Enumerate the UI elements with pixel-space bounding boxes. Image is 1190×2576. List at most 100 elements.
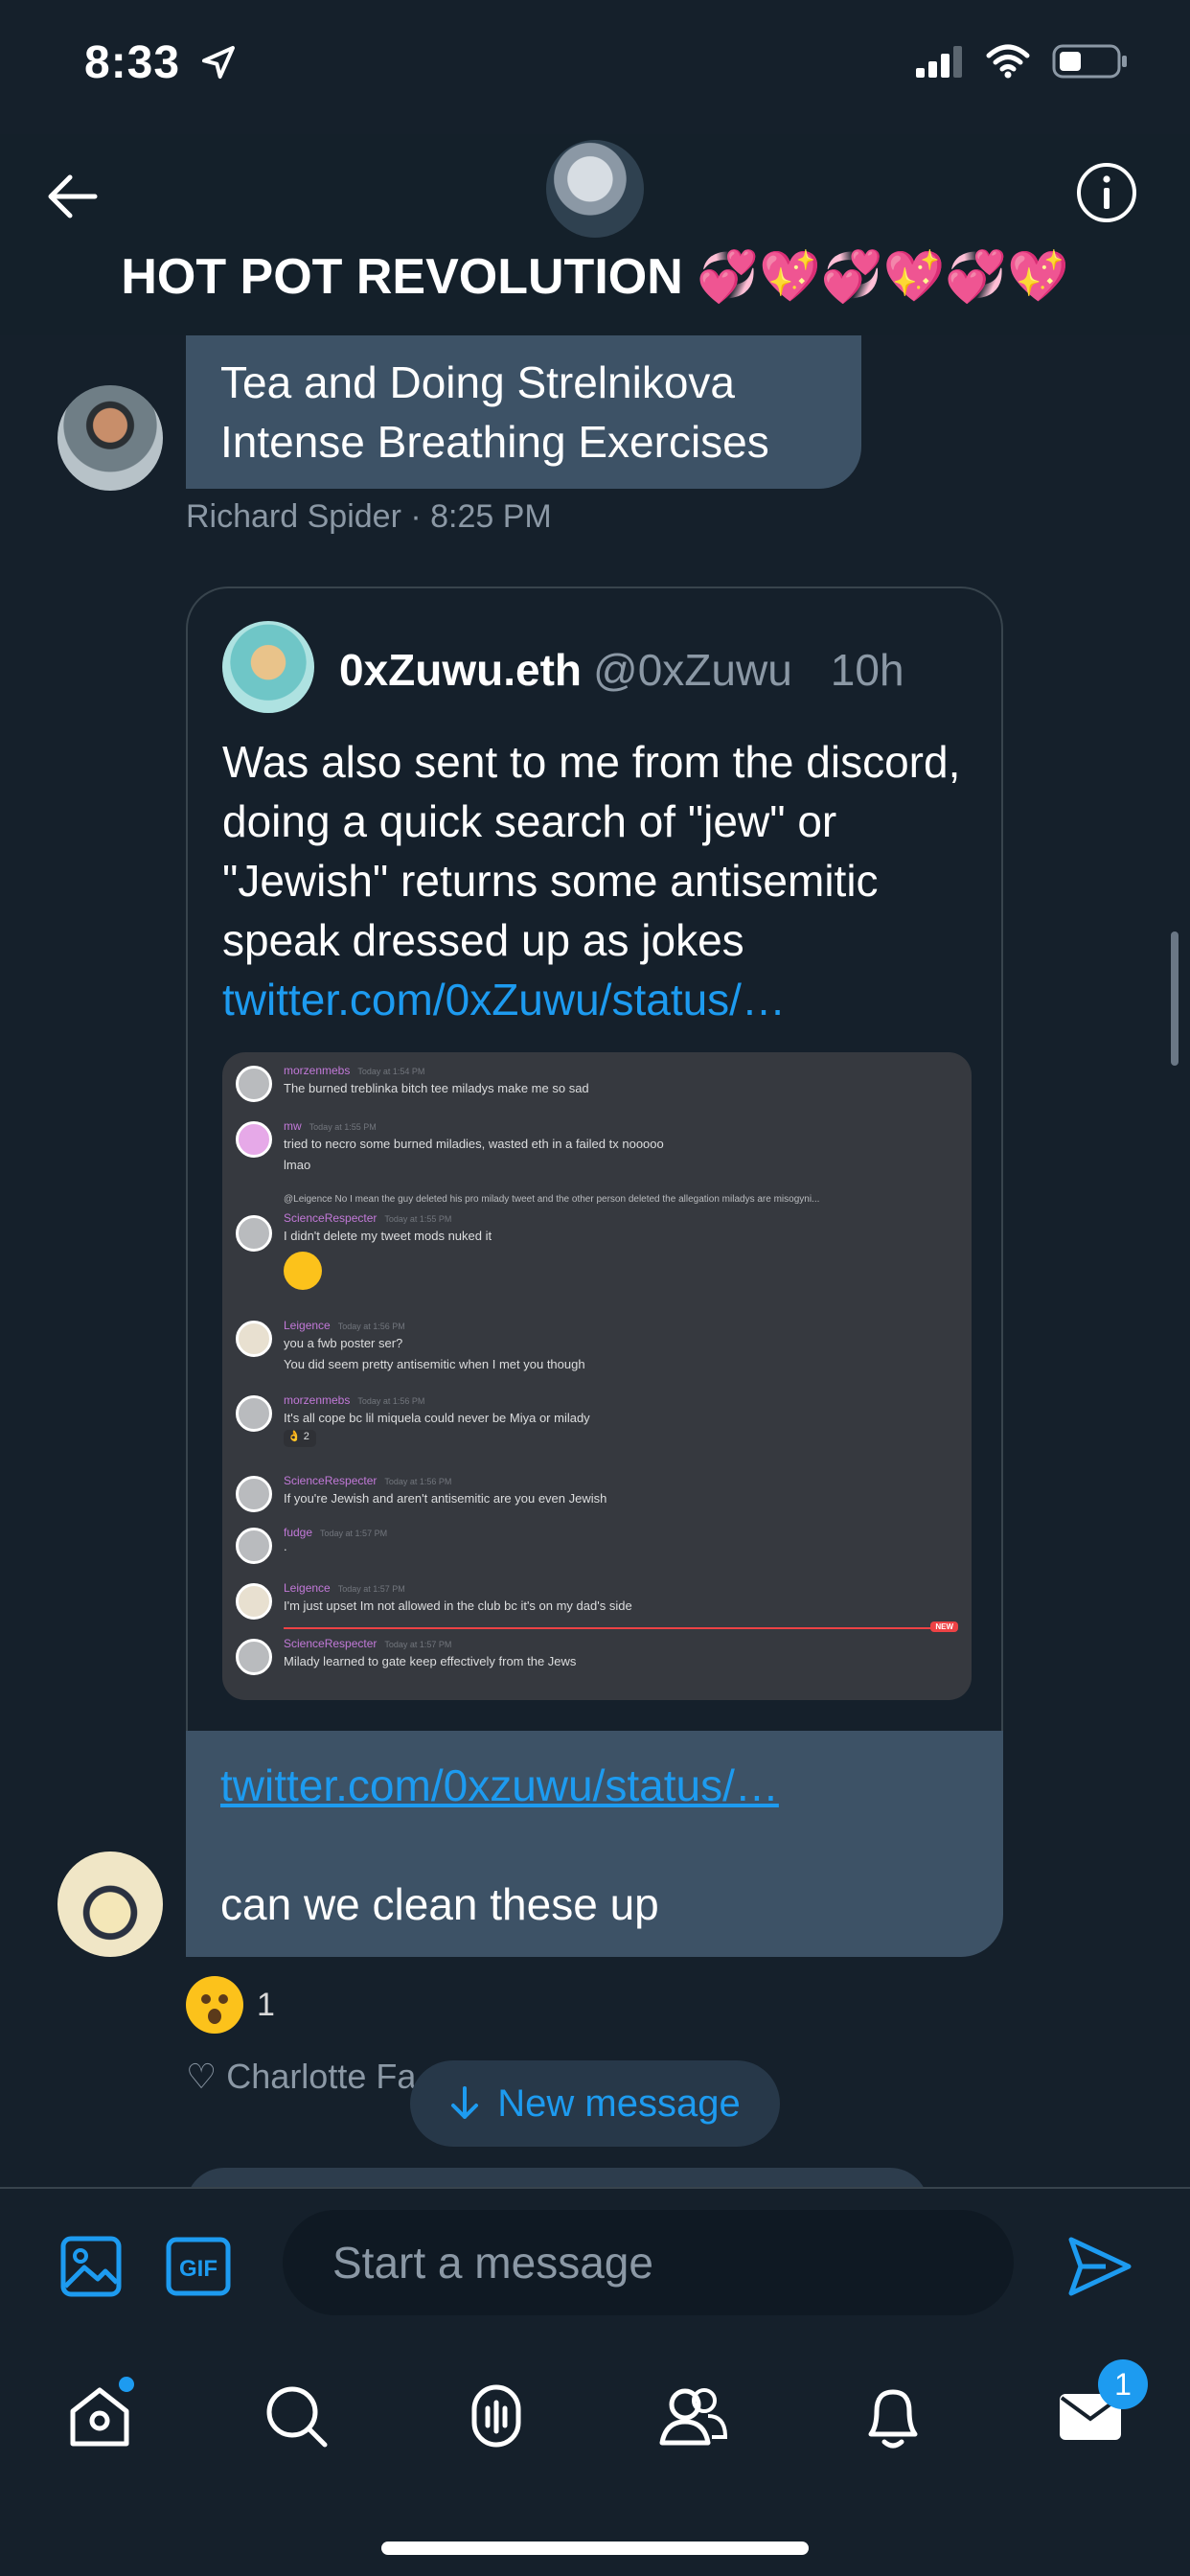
tweet-link[interactable]: twitter.com/0xZuwu/status/… [222,975,786,1024]
search-icon [266,2386,328,2448]
discord-author-text: ScienceRespecter [284,1474,378,1487]
info-button[interactable] [1071,157,1142,228]
arrow-down-icon [451,2086,479,2119]
tweet-image-discord-screenshot[interactable]: morzenmebs Today at 1:54 PM The burned tr… [222,1052,972,1700]
discord-author: ScienceRespecter Today at 1:56 PM [284,1474,451,1487]
discord-stamp: Today at 1:55 PM [309,1122,377,1132]
discord-stamp: Today at 1:57 PM [320,1529,388,1538]
discord-reaction-count: 2 [303,1431,309,1442]
tweet-author-handle: @0xZuwu [593,645,792,695]
send-button[interactable] [1062,2233,1138,2300]
svg-text:GIF: GIF [179,2256,217,2282]
group-title[interactable]: HOT POT REVOLUTION 💞💖💞💖💞💖 [0,247,1190,306]
discord-author: Leigence Today at 1:57 PM [284,1581,405,1595]
location-arrow-icon [202,46,236,79]
tab-notifications[interactable] [851,2375,935,2459]
communities-icon [659,2388,728,2446]
send-icon [1068,2237,1132,2296]
cellular-signal-icon [916,46,962,78]
discord-author-text: morzenmebs [284,1393,351,1407]
status-bar: 8:33 [0,0,1190,134]
discord-author-text: mw [284,1119,302,1133]
message-time: 8:25 PM [430,498,552,535]
frowning-emoji-icon [284,1252,322,1290]
discord-text: you a fwb poster ser? [284,1336,403,1350]
discord-stamp: Today at 1:55 PM [384,1214,452,1224]
discord-text: You did seem pretty antisemitic when I m… [284,1357,585,1371]
home-indicator[interactable] [381,2542,809,2555]
messages-badge: 1 [1098,2359,1148,2409]
discord-author-text: Leigence [284,1581,331,1595]
tweet-body: Was also sent to me from the discord, do… [222,737,961,965]
scrollbar-thumb[interactable] [1171,932,1179,1066]
group-avatar[interactable] [546,140,644,238]
tweet-header: 0xZuwu.eth @0xZuwu 10h [339,644,904,696]
astonished-emoji-icon [186,1976,243,2034]
status-indicators [914,42,1129,80]
discord-text: I didn't delete my tweet mods nuked it [284,1229,492,1243]
discord-avatar [236,1528,272,1564]
tab-messages[interactable]: 1 [1048,2359,1148,2459]
gif-icon: GIF [166,2237,231,2296]
home-notification-dot [119,2377,134,2392]
bell-icon [868,2389,918,2449]
sender-name: Richard Spider [186,498,401,535]
tweet-age: 10h [830,645,904,695]
sender-avatar-richard[interactable] [57,385,163,491]
discord-avatar [236,1066,272,1102]
meta-separator: · [410,498,431,535]
home-icon [70,2387,129,2447]
message-list[interactable]: Tea and Doing Strelnikova Intense Breath… [0,335,1190,2185]
message-bubble[interactable]: Tea and Doing Strelnikova Intense Breath… [186,335,861,489]
wifi-icon [986,44,1030,79]
back-button[interactable] [38,163,105,230]
discord-avatar [236,1583,272,1620]
message-bubble[interactable]: twitter.com/0xzuwu/status/… can we clean… [186,1731,1003,1957]
tab-communities[interactable] [652,2375,736,2459]
discord-text: It's all cope bc lil miquela could never… [284,1411,590,1425]
back-arrow-icon [48,174,98,218]
quoted-tweet-card[interactable]: 0xZuwu.eth @0xZuwu 10h Was also sent to me… [186,586,1003,1731]
reaction-count: 1 [257,1986,275,2023]
discord-text: The burned treblinka bitch tee miladys m… [284,1081,589,1095]
discord-avatar [236,1215,272,1252]
discord-avatar [236,1121,272,1158]
message-link[interactable]: twitter.com/0xzuwu/status/… [220,1760,779,1811]
discord-stamp: Today at 1:56 PM [357,1396,425,1406]
tab-search[interactable] [255,2375,339,2459]
gif-button[interactable]: GIF [165,2233,232,2300]
discord-text: If you're Jewish and aren't antisemitic … [284,1491,607,1506]
discord-author: mw Today at 1:55 PM [284,1119,377,1133]
tab-home[interactable] [57,2375,142,2459]
clock-text: 8:33 [84,37,181,88]
message-input[interactable] [283,2210,1014,2315]
tweet-author-avatar[interactable] [222,621,314,713]
discord-text: lmao [284,1158,311,1172]
discord-stamp: Today at 1:57 PM [337,1584,405,1594]
discord-stamp: Today at 1:54 PM [357,1067,425,1076]
bottom-tab-bar: 1 [0,2340,1190,2576]
message-text-line: Intense Breathing Exercises [220,417,769,467]
discord-author-text: ScienceRespecter [284,1211,378,1225]
status-time: 8:33 [84,36,238,89]
new-message-button[interactable]: New message [410,2060,780,2147]
discord-text: Milady learned to gate keep effectively … [284,1654,577,1668]
sender-avatar-fbi[interactable] [57,1852,163,1957]
message-text-line: Tea and Doing Strelnikova [220,357,735,407]
tweet-text: Was also sent to me from the discord, do… [222,732,979,1029]
discord-author: ScienceRespecter Today at 1:55 PM [284,1211,451,1225]
discord-avatar [236,1321,272,1357]
tab-spaces[interactable] [454,2375,538,2459]
message-reaction[interactable]: 1 [186,1976,275,2034]
conversation-header: HOT POT REVOLUTION 💞💖💞💖💞💖 [0,134,1190,335]
discord-stamp: Today at 1:56 PM [337,1322,405,1331]
discord-text: tried to necro some burned miladies, was… [284,1137,664,1151]
discord-text: I'm just upset Im not allowed in the clu… [284,1598,632,1613]
discord-avatar [236,1476,272,1512]
discord-author: fudge Today at 1:57 PM [284,1526,387,1539]
info-icon [1077,163,1136,222]
tweet-author-name: 0xZuwu.eth [339,645,583,695]
liked-by-text[interactable]: ♡ Charlotte Fa [186,2057,416,2097]
discord-author-text: morzenmebs [284,1064,351,1077]
photo-button[interactable] [57,2233,125,2300]
